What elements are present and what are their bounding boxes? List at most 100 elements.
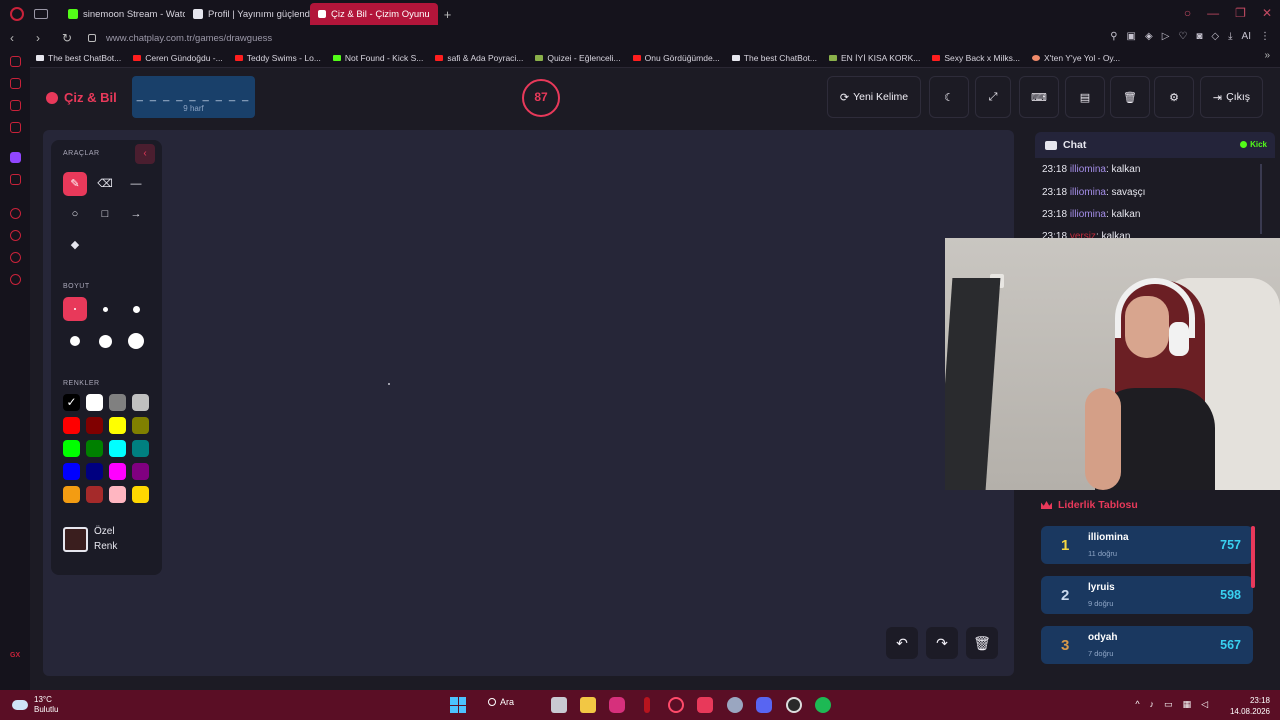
- url-field[interactable]: www.chatplay.com.tr/games/drawguess: [106, 33, 272, 44]
- sidebar-bag-icon[interactable]: [10, 78, 21, 89]
- size-3-button[interactable]: [124, 297, 148, 321]
- steam-icon[interactable]: [727, 697, 743, 713]
- chat-scrollbar[interactable]: [1260, 164, 1262, 234]
- start-button[interactable]: [450, 697, 466, 713]
- search-tabs-icon[interactable]: ○: [1184, 6, 1191, 20]
- undo-button[interactable]: ↶: [886, 627, 918, 659]
- archive-button[interactable]: ▤: [1065, 76, 1105, 118]
- opera-gx-icon[interactable]: [668, 697, 684, 713]
- instagram-icon[interactable]: [609, 697, 625, 713]
- pin-icon[interactable]: ⚲: [1110, 31, 1117, 42]
- color-swatch[interactable]: [63, 440, 80, 457]
- weather-widget[interactable]: 13°C Bulutlu: [12, 695, 58, 715]
- line-tool-button[interactable]: —: [124, 172, 148, 196]
- task-view-icon[interactable]: [551, 697, 567, 713]
- tab-draw-game[interactable]: Çiz & Bil - Çizim Oyunu: [310, 3, 438, 25]
- bookmark-item[interactable]: Ceren Gündoğdu -...: [133, 53, 223, 63]
- size-6-button[interactable]: [124, 329, 148, 353]
- circle-tool-button[interactable]: ○: [63, 202, 87, 226]
- keyboard-button[interactable]: ⌨: [1019, 76, 1059, 118]
- exit-button[interactable]: ⇥ Çıkış: [1200, 76, 1263, 118]
- redo-button[interactable]: ↷: [926, 627, 958, 659]
- arrow-tool-button[interactable]: →: [124, 202, 148, 226]
- spotify-icon[interactable]: [815, 697, 831, 713]
- volume-icon[interactable]: ◁: [1201, 699, 1208, 710]
- bookmark-item[interactable]: safi & Ada Poyraci...: [435, 53, 523, 63]
- color-swatch[interactable]: [109, 486, 126, 503]
- heart-icon[interactable]: ♡: [1178, 31, 1187, 42]
- bookmark-item[interactable]: Sexy Back x Milks...: [932, 53, 1020, 63]
- sidebar-control-icon[interactable]: [10, 100, 21, 111]
- app-logo[interactable]: Çiz & Bil: [46, 90, 117, 105]
- color-swatch[interactable]: [86, 417, 103, 434]
- obs-icon[interactable]: [786, 697, 802, 713]
- fill-tool-button[interactable]: ◆: [63, 233, 87, 257]
- chat-app-icon[interactable]: [697, 697, 713, 713]
- opera-logo-icon[interactable]: [10, 7, 24, 21]
- microphone-icon[interactable]: ♪: [1150, 699, 1155, 710]
- vpn-icon[interactable]: ◈: [1145, 31, 1153, 42]
- new-word-button[interactable]: ⟳ Yeni Kelime: [827, 76, 921, 118]
- maximize-icon[interactable]: ❐: [1235, 6, 1246, 20]
- back-icon[interactable]: ‹: [10, 31, 26, 45]
- system-clock[interactable]: 23:18 14.08.2026: [1230, 695, 1270, 717]
- color-swatch[interactable]: [132, 394, 149, 411]
- new-tab-icon[interactable]: +: [444, 7, 452, 22]
- clear-canvas-button[interactable]: 🗑: [966, 627, 998, 659]
- lock-icon[interactable]: [88, 34, 96, 42]
- bookmark-item[interactable]: Quizei - Eğlenceli...: [535, 53, 621, 63]
- brush-tool-button[interactable]: ✎: [63, 172, 87, 196]
- dark-mode-button[interactable]: ☾: [929, 76, 969, 118]
- color-swatch[interactable]: [109, 394, 126, 411]
- eraser-tool-button[interactable]: ⌫: [93, 172, 117, 196]
- bookmark-item[interactable]: EN İYİ KISA KORK...: [829, 53, 920, 63]
- camera-icon[interactable]: ◙: [1196, 31, 1202, 42]
- color-swatch[interactable]: [86, 486, 103, 503]
- color-swatch[interactable]: [86, 394, 103, 411]
- twitch-icon[interactable]: [10, 152, 21, 163]
- color-swatch[interactable]: [109, 440, 126, 457]
- play-icon[interactable]: ▷: [1162, 31, 1170, 42]
- size-5-button[interactable]: [93, 329, 117, 353]
- color-swatch[interactable]: [63, 486, 80, 503]
- custom-color-swatch[interactable]: [63, 526, 88, 552]
- settings-button[interactable]: ⚙: [1154, 76, 1194, 118]
- color-swatch[interactable]: [86, 440, 103, 457]
- color-swatch[interactable]: [109, 417, 126, 434]
- sidebar-percent-icon[interactable]: [10, 174, 21, 185]
- menu-icon[interactable]: ⋮: [1260, 31, 1270, 42]
- bookmark-item[interactable]: The best ChatBot...: [36, 53, 121, 63]
- tab-profile[interactable]: Profil | Yayınımı güçlendirme: [185, 3, 310, 25]
- gx-label[interactable]: GX: [10, 652, 20, 659]
- sidebar-news-icon[interactable]: [10, 122, 21, 133]
- tray-overflow-icon[interactable]: ^: [1135, 699, 1139, 710]
- bookmark-item[interactable]: Not Found - Kick S...: [332, 53, 423, 63]
- netflix-icon[interactable]: [644, 697, 650, 713]
- extensions-icon[interactable]: ◇: [1211, 31, 1219, 42]
- ai-badge[interactable]: AI: [1242, 31, 1251, 42]
- tab-islands-icon[interactable]: [34, 9, 48, 19]
- reload-icon[interactable]: ↻: [62, 31, 78, 45]
- file-explorer-icon[interactable]: [580, 697, 596, 713]
- clear-button[interactable]: 🗑: [1110, 76, 1150, 118]
- color-swatch[interactable]: [63, 463, 80, 480]
- sidebar-shop-icon[interactable]: [10, 56, 21, 67]
- sidebar-cube-icon[interactable]: [10, 252, 21, 263]
- size-2-button[interactable]: [93, 297, 117, 321]
- network-icon[interactable]: ▦: [1183, 699, 1192, 710]
- color-swatch[interactable]: [132, 463, 149, 480]
- custom-color-picker[interactable]: Özel Renk: [63, 524, 117, 554]
- more-bookmarks-icon[interactable]: »: [1264, 50, 1270, 61]
- color-swatch[interactable]: [132, 417, 149, 434]
- leaderboard-scrollbar[interactable]: [1251, 526, 1255, 588]
- sidebar-player-icon[interactable]: [10, 208, 21, 219]
- sidebar-history-icon[interactable]: [10, 230, 21, 241]
- color-swatch[interactable]: [109, 463, 126, 480]
- discord-icon[interactable]: [756, 697, 772, 713]
- snapshot-icon[interactable]: ▣: [1127, 31, 1136, 42]
- minimize-icon[interactable]: —: [1207, 6, 1219, 20]
- size-1-button[interactable]: [63, 297, 87, 321]
- fullscreen-button[interactable]: ⤢: [975, 76, 1011, 118]
- bookmark-item[interactable]: The best ChatBot...: [731, 53, 817, 63]
- collapse-panel-button[interactable]: ‹: [135, 144, 155, 164]
